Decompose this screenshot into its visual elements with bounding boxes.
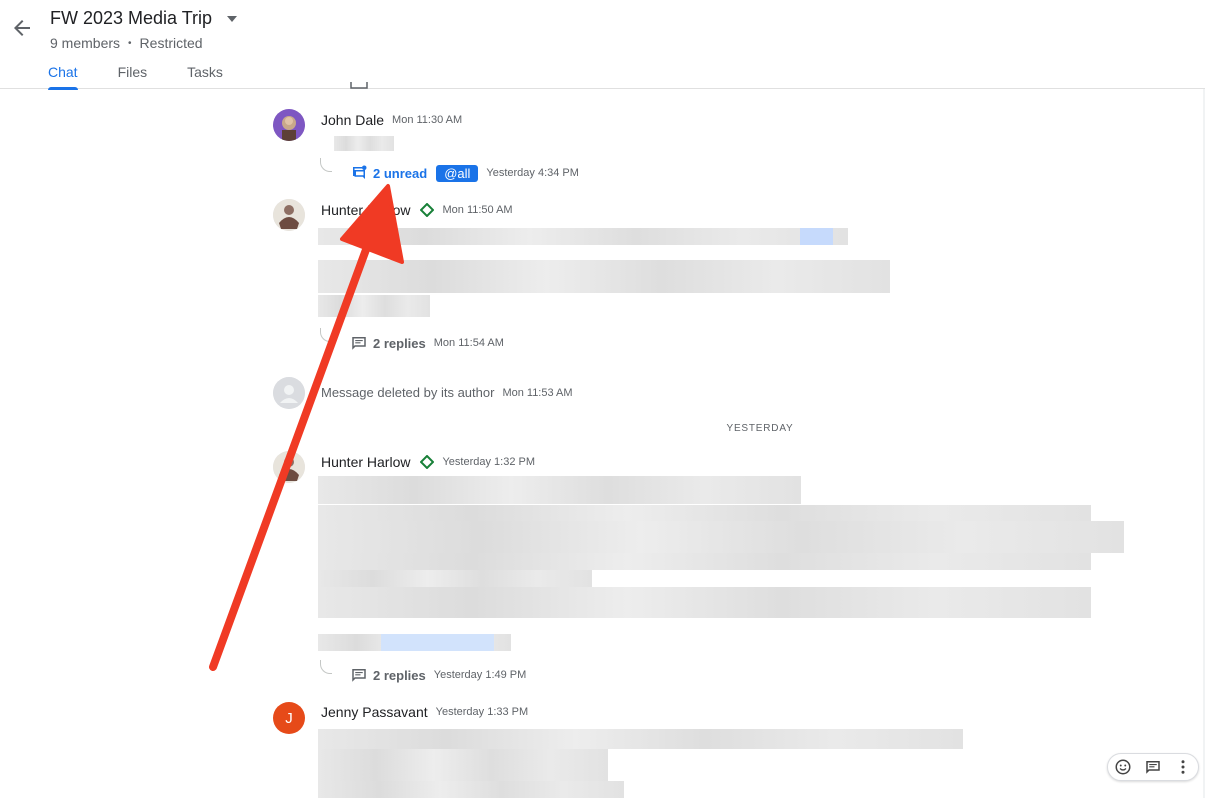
thread-reply-icon xyxy=(352,337,366,350)
message-actions-toolbar xyxy=(1107,753,1199,781)
thread-time: Mon 11:54 AM xyxy=(433,337,504,349)
redacted-message-text xyxy=(318,505,1091,521)
redacted-message-text xyxy=(318,570,592,587)
thread-summary[interactable]: 2 replies Mon 11:54 AM xyxy=(350,334,504,352)
replies-count[interactable]: 2 replies xyxy=(373,336,426,351)
author-name[interactable]: Hunter Harlow xyxy=(321,454,410,470)
chat-header: FW 2023 Media Trip 9 members • Restricte… xyxy=(0,0,1205,90)
thread-time: Yesterday 4:34 PM xyxy=(486,167,579,179)
member-count[interactable]: 9 members xyxy=(50,35,120,51)
user-photo-icon xyxy=(273,109,305,141)
message-time: Mon 11:30 AM xyxy=(392,114,463,126)
message-time: Yesterday 1:32 PM xyxy=(442,456,536,468)
tab-chat[interactable]: Chat xyxy=(48,64,78,90)
more-vert-icon[interactable] xyxy=(1174,758,1192,776)
redacted-message-text xyxy=(318,521,1124,553)
redacted-message-text xyxy=(318,295,430,317)
emoji-icon[interactable] xyxy=(1114,758,1132,776)
author-name[interactable]: Jenny Passavant xyxy=(321,704,428,720)
user-photo-icon xyxy=(273,451,305,483)
replies-count[interactable]: 2 replies xyxy=(373,668,426,683)
avatar[interactable] xyxy=(273,451,305,483)
author-name[interactable]: John Dale xyxy=(321,112,384,128)
message-header: Hunter Harlow Yesterday 1:32 PM xyxy=(321,454,535,470)
message-header: Jenny Passavant Yesterday 1:33 PM xyxy=(321,704,528,720)
thread-reply-icon xyxy=(352,669,366,682)
thread-time: Yesterday 1:49 PM xyxy=(433,669,527,681)
space-title[interactable]: FW 2023 Media Trip xyxy=(50,8,212,29)
avatar[interactable]: J xyxy=(273,702,305,734)
redacted-message-text xyxy=(318,729,963,749)
redacted-link xyxy=(381,634,494,651)
deleted-message-text: Message deleted by its author xyxy=(321,385,495,400)
author-name[interactable]: Hunter Harlow xyxy=(321,202,410,218)
separator-dot: • xyxy=(128,37,132,49)
avatar[interactable] xyxy=(273,199,305,231)
redacted-message-text xyxy=(334,136,394,151)
thread-summary[interactable]: 2 replies Yesterday 1:49 PM xyxy=(350,666,526,684)
back-arrow-icon[interactable] xyxy=(10,16,34,40)
message-time: Yesterday 1:33 PM xyxy=(435,706,529,718)
user-photo-icon xyxy=(273,199,305,231)
dropdown-caret-icon[interactable] xyxy=(226,13,238,25)
redacted-link xyxy=(800,228,833,245)
redacted-message-text xyxy=(318,553,1091,570)
space-subtitle[interactable]: 9 members • Restricted xyxy=(50,35,203,51)
redacted-message-text xyxy=(318,587,1091,618)
default-person-icon xyxy=(273,377,305,409)
tab-files[interactable]: Files xyxy=(118,64,148,90)
date-divider: YESTERDAY xyxy=(726,423,794,434)
redacted-message-text xyxy=(318,749,608,781)
avatar[interactable] xyxy=(273,109,305,141)
thread-connector xyxy=(320,158,332,172)
redacted-message-text xyxy=(318,228,848,245)
access-level: Restricted xyxy=(139,35,203,51)
redacted-message-text xyxy=(318,476,801,504)
thread-connector xyxy=(320,660,332,674)
tab-bar: Chat Files Tasks xyxy=(48,64,263,90)
reply-in-thread-icon[interactable] xyxy=(1144,758,1162,776)
message-header: John Dale Mon 11:30 AM xyxy=(321,112,462,128)
unread-replies-label[interactable]: 2 unread xyxy=(373,166,427,181)
unread-thread-icon xyxy=(353,165,367,179)
thread-reply-icon xyxy=(350,82,368,89)
avatar-initial: J xyxy=(285,709,293,727)
message-header: Hunter Harlow Mon 11:50 AM xyxy=(321,202,513,218)
tab-tasks[interactable]: Tasks xyxy=(187,64,223,90)
thread-summary[interactable]: 2 unread @all Yesterday 4:34 PM xyxy=(350,164,579,182)
thread-connector xyxy=(320,328,332,342)
mention-badge: @all xyxy=(436,164,479,182)
bot-diamond-icon xyxy=(420,203,435,217)
message-time: Mon 11:53 AM xyxy=(502,386,573,399)
space-title-wrap[interactable]: FW 2023 Media Trip xyxy=(50,8,238,29)
redacted-message-text xyxy=(318,781,624,798)
message-time: Mon 11:50 AM xyxy=(442,204,513,216)
annotation-arrow xyxy=(209,184,404,671)
deleted-message: Message deleted by its author Mon 11:53 … xyxy=(321,385,573,400)
redacted-message-text xyxy=(318,260,890,277)
bot-diamond-icon xyxy=(420,455,435,469)
redacted-message-text xyxy=(318,277,890,293)
avatar xyxy=(273,377,305,409)
